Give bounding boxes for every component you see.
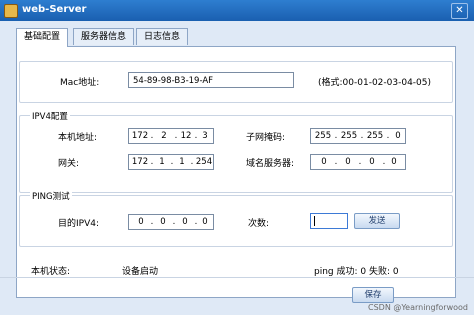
- tab-log-info[interactable]: 日志信息: [136, 28, 188, 45]
- ip-octet: 12: [180, 131, 192, 141]
- window-body: 基础配置 服务器信息 日志信息 Mac地址: 54-89-98-B3-19-AF…: [0, 21, 474, 315]
- mac-label: Mac地址:: [60, 78, 100, 88]
- ip-octet: 0: [345, 157, 351, 167]
- ip-octet: 0: [138, 217, 144, 227]
- ip-octet: 0: [182, 217, 188, 227]
- config-panel: Mac地址: 54-89-98-B3-19-AF (格式:00-01-02-03…: [16, 46, 456, 298]
- ip-octet: 0: [369, 157, 375, 167]
- status-label: 本机状态:: [31, 267, 71, 277]
- ip-octet: 3: [202, 131, 208, 141]
- ip-octet: 0: [202, 217, 208, 227]
- ping-count-input[interactable]: [310, 213, 348, 229]
- send-button[interactable]: 发送: [354, 213, 400, 229]
- window-title: web-Server: [22, 4, 87, 15]
- gateway-input[interactable]: 172 . 1 . 1 . 254: [128, 154, 214, 170]
- dns-input[interactable]: 0 . 0 . 0 . 0: [310, 154, 406, 170]
- ping-target-input[interactable]: 0 . 0 . 0 . 0: [128, 214, 214, 230]
- mac-format-hint: (格式:00-01-02-03-04-05): [318, 78, 432, 88]
- ip-octet: 172: [131, 157, 149, 167]
- status-value: 设备启动: [122, 267, 159, 277]
- ping-count-label: 次数:: [248, 219, 270, 229]
- mac-input[interactable]: 54-89-98-B3-19-AF: [128, 72, 294, 88]
- ip-octet: 172: [131, 131, 149, 141]
- ip-octet: 254: [195, 157, 213, 167]
- gateway-label: 网关:: [58, 159, 80, 169]
- ip-octet: 0: [391, 157, 397, 167]
- ping-group-title: PING测试: [30, 190, 72, 202]
- ip-octet: 2: [161, 131, 167, 141]
- ip-octet: 255: [340, 131, 358, 141]
- ip-octet: 255: [314, 131, 332, 141]
- save-button[interactable]: 保存: [352, 287, 394, 303]
- ping-target-label: 目的IPV4:: [58, 219, 99, 229]
- close-button[interactable]: ✕: [451, 3, 468, 19]
- tab-basic-config[interactable]: 基础配置: [16, 28, 68, 47]
- ip-octet: 255: [366, 131, 384, 141]
- ip-octet: 1: [159, 157, 165, 167]
- subnet-mask-input[interactable]: 255 . 255 . 255 . 0: [310, 128, 406, 144]
- local-ip-label: 本机地址:: [58, 133, 98, 143]
- mac-group: Mac地址: 54-89-98-B3-19-AF (格式:00-01-02-03…: [19, 61, 453, 103]
- watermark: CSDN @Yearningforwood: [368, 303, 468, 312]
- ping-result: ping 成功: 0 失败: 0: [314, 267, 399, 277]
- footer-divider: [0, 277, 474, 278]
- subnet-mask-label: 子网掩码:: [246, 133, 286, 143]
- ip-octet: 1: [179, 157, 185, 167]
- title-bar: web-Server ✕: [0, 0, 474, 21]
- dns-label: 域名服务器:: [246, 159, 295, 169]
- ipv4-group-title: IPV4配置: [30, 110, 70, 122]
- app-icon: [4, 4, 18, 18]
- ip-octet: 0: [321, 157, 327, 167]
- ping-group: PING测试 目的IPV4: 0 . 0 . 0 . 0 次数: 发送: [19, 190, 453, 247]
- tab-server-info[interactable]: 服务器信息: [73, 28, 134, 45]
- text-cursor: [314, 216, 315, 226]
- ipv4-group: IPV4配置 本机地址: 172 . 2 . 12 . 3 子网掩码: 255 …: [19, 110, 453, 193]
- ip-octet: 0: [160, 217, 166, 227]
- local-ip-input[interactable]: 172 . 2 . 12 . 3: [128, 128, 214, 144]
- ip-octet: 0: [395, 131, 401, 141]
